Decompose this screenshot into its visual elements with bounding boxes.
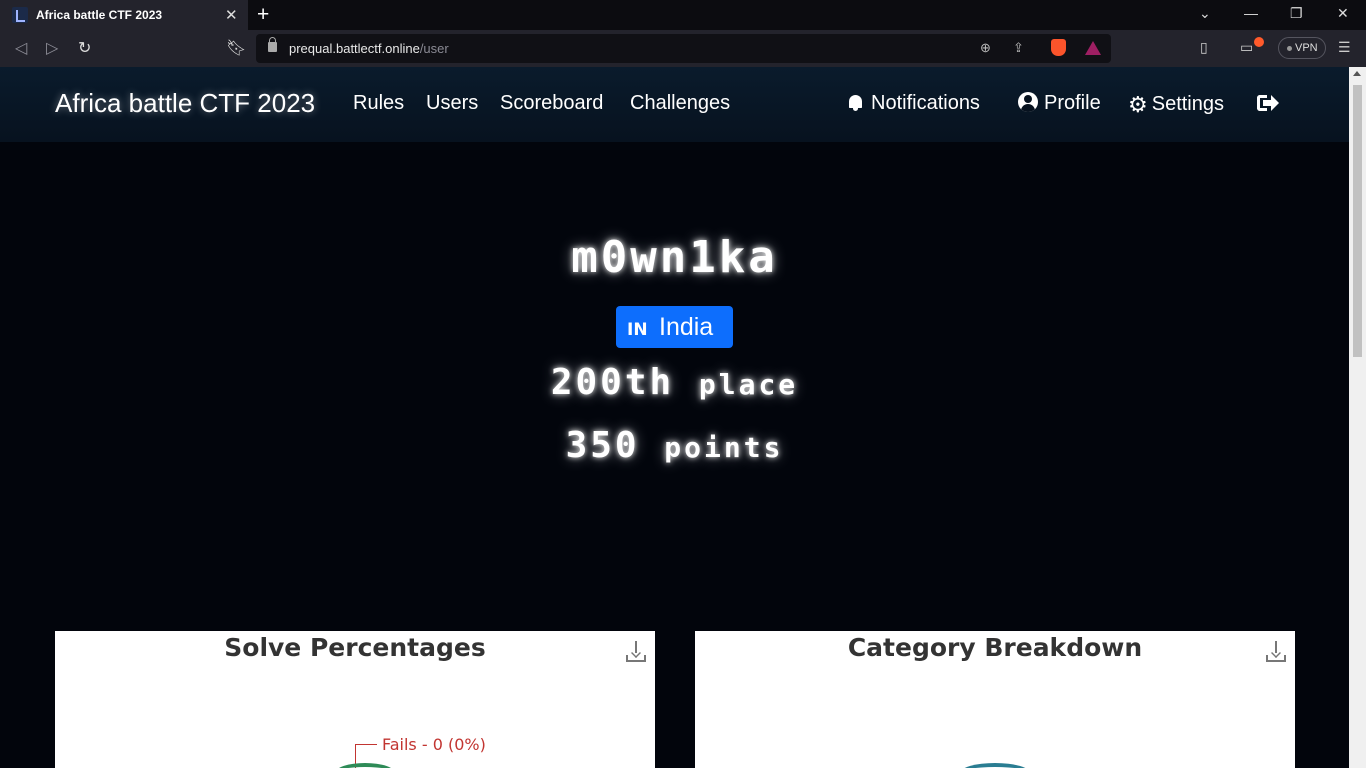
category-breakdown-card: Category Breakdown bbox=[695, 631, 1295, 768]
brave-shields-icon[interactable] bbox=[1051, 39, 1066, 56]
nav-profile-label: Profile bbox=[1044, 92, 1101, 114]
scroll-up-arrow-icon[interactable] bbox=[1353, 71, 1361, 76]
bookmark-icon[interactable]: 🔖︎ bbox=[226, 38, 246, 58]
nav-notifications[interactable]: Notifications bbox=[848, 92, 980, 115]
pie-chart-slice bbox=[335, 763, 395, 768]
country-name: India bbox=[659, 313, 714, 341]
share-icon[interactable]: ⇪ bbox=[1013, 40, 1024, 56]
solve-percentages-card: Solve Percentages Fails - 0 (0%) bbox=[55, 631, 655, 768]
nav-scoreboard[interactable]: Scoreboard bbox=[500, 92, 603, 115]
category-breakdown-title: Category Breakdown bbox=[847, 633, 1143, 662]
lock-icon bbox=[268, 37, 277, 52]
sidebar-icon[interactable]: ▯ bbox=[1200, 39, 1208, 56]
close-tab-icon[interactable]: ✕ bbox=[225, 6, 238, 24]
zoom-icon[interactable]: ⊕ bbox=[980, 40, 991, 56]
download-icon[interactable] bbox=[626, 640, 646, 662]
site-navbar: Africa battle CTF 2023 Rules Users Score… bbox=[0, 67, 1349, 142]
points-label: points bbox=[664, 431, 784, 464]
forward-icon[interactable]: ▷ bbox=[46, 38, 58, 58]
browser-toolbar: ◁ ▷ ↻ 🔖︎ prequal.battlectf.online/user ⊕… bbox=[0, 30, 1366, 67]
nav-users[interactable]: Users bbox=[426, 92, 478, 115]
site-favicon-icon bbox=[12, 7, 28, 23]
nav-profile[interactable]: Profile bbox=[1018, 92, 1101, 115]
fails-label: Fails - 0 (0%) bbox=[382, 735, 486, 754]
window-close-icon[interactable]: ✕ bbox=[1337, 5, 1349, 22]
pie-chart-slice bbox=[960, 763, 1030, 768]
browser-tab[interactable]: Africa battle CTF 2023 ✕ bbox=[0, 0, 248, 30]
page-scrollbar[interactable] bbox=[1349, 67, 1366, 768]
brand-link[interactable]: Africa battle CTF 2023 bbox=[55, 88, 315, 119]
nav-rules[interactable]: Rules bbox=[353, 92, 404, 115]
menu-icon[interactable]: ☰ bbox=[1338, 39, 1351, 56]
logout-icon[interactable] bbox=[1257, 93, 1279, 113]
country-flag-code: IN bbox=[627, 320, 648, 340]
tab-title: Africa battle CTF 2023 bbox=[36, 8, 163, 22]
tab-search-chevron-icon[interactable]: ⌄ bbox=[1199, 5, 1211, 22]
solve-percentages-title: Solve Percentages bbox=[224, 633, 486, 662]
user-circle-icon bbox=[1018, 92, 1038, 112]
vpn-label: VPN bbox=[1295, 42, 1318, 54]
wallet-icon[interactable]: ▭ bbox=[1240, 39, 1253, 56]
vpn-button[interactable]: VPN bbox=[1278, 37, 1326, 59]
brave-rewards-icon[interactable] bbox=[1085, 41, 1101, 55]
url-text: prequal.battlectf.online/user bbox=[289, 41, 449, 56]
nav-notifications-label: Notifications bbox=[871, 92, 980, 114]
country-badge: IN India bbox=[616, 306, 733, 348]
nav-challenges[interactable]: Challenges bbox=[630, 92, 730, 115]
minimize-icon[interactable]: — bbox=[1244, 5, 1258, 21]
vpn-status-dot bbox=[1287, 46, 1292, 51]
user-hero: m0wn1ka IN India 200th place 350 points bbox=[0, 142, 1349, 632]
user-points: 350 points bbox=[0, 425, 1349, 466]
browser-tabbar: Africa battle CTF 2023 ✕ + ⌄ — ❐ ✕ bbox=[0, 0, 1366, 30]
points-value: 350 bbox=[565, 425, 640, 466]
username: m0wn1ka bbox=[571, 232, 778, 283]
scrollbar-thumb[interactable] bbox=[1353, 85, 1362, 357]
user-place: 200th place bbox=[0, 362, 1349, 403]
place-label: place bbox=[698, 368, 799, 401]
gears-icon: ⚙ bbox=[1128, 92, 1148, 117]
back-icon[interactable]: ◁ bbox=[15, 38, 27, 58]
place-value: 200th bbox=[550, 362, 675, 403]
reload-icon[interactable]: ↻ bbox=[78, 38, 91, 58]
page: Africa battle CTF 2023 Rules Users Score… bbox=[0, 67, 1349, 768]
nav-settings-label: Settings bbox=[1151, 93, 1224, 115]
address-bar[interactable]: prequal.battlectf.online/user ⊕ ⇪ bbox=[256, 34, 1111, 63]
wallet-notification-dot bbox=[1254, 37, 1264, 47]
restore-icon[interactable]: ❐ bbox=[1290, 5, 1303, 22]
new-tab-icon[interactable]: + bbox=[257, 3, 269, 27]
bell-icon bbox=[848, 94, 863, 111]
nav-settings[interactable]: ⚙ Settings bbox=[1128, 92, 1224, 118]
download-icon[interactable] bbox=[1266, 640, 1286, 662]
